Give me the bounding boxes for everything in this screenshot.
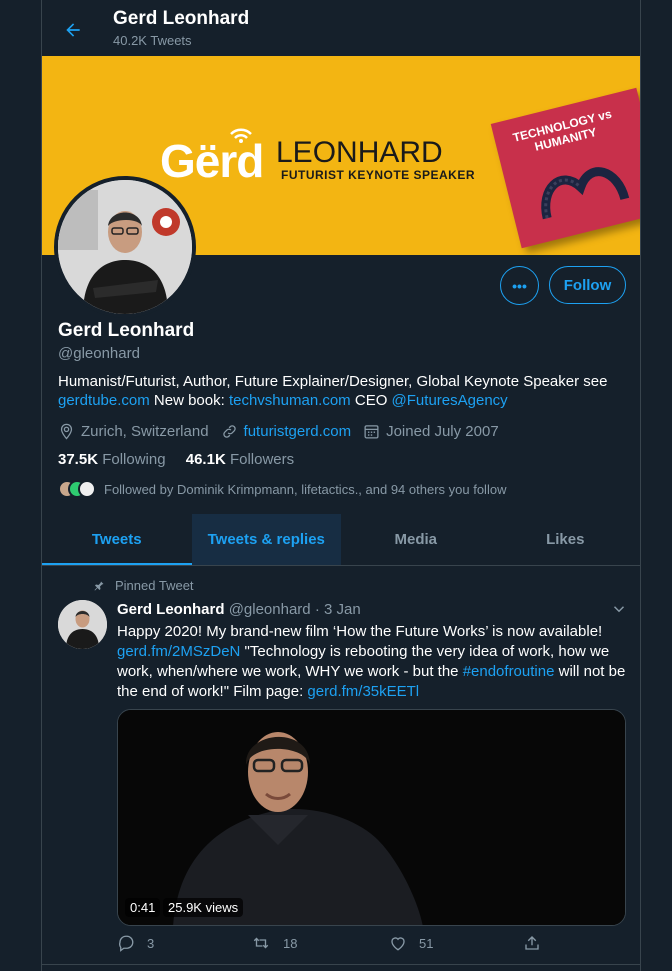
tweet-author[interactable]: Gerd Leonhard	[117, 601, 225, 618]
following-count: 37.5K	[58, 451, 99, 468]
profile-tabs: Tweets Tweets & replies Media Likes	[42, 514, 640, 566]
profile-column: Gerd Leonhard 40.2K Tweets Gërd LEONHARD…	[41, 0, 641, 971]
bio-text: New book:	[149, 392, 225, 409]
join-date: Joined July 2007	[363, 423, 499, 440]
pin-icon	[94, 581, 104, 590]
retweet-button[interactable]: 18	[251, 934, 297, 952]
top-header: Gerd Leonhard 40.2K Tweets	[42, 0, 640, 56]
chevron-down-icon[interactable]	[610, 600, 628, 618]
tweet-link-2[interactable]: gerd.fm/35kEETl	[307, 683, 419, 700]
tab-tweets-replies[interactable]: Tweets & replies	[191, 514, 341, 565]
header-tweet-count: 40.2K Tweets	[113, 33, 192, 48]
mutual-avatar	[78, 480, 96, 498]
pinned-text: Pinned Tweet	[115, 578, 194, 593]
tweet-link-1[interactable]: gerd.fm/2MSzDeN	[117, 643, 240, 660]
retweet-count: 18	[283, 935, 298, 951]
back-button[interactable]	[56, 13, 90, 47]
like-button[interactable]: 51	[389, 934, 433, 952]
profile-handle: @gleonhard	[58, 345, 140, 362]
followers-count: 46.1K	[185, 451, 226, 468]
video-duration: 0:41	[125, 898, 161, 917]
banner-tagline: FUTURIST KEYNOTE SPEAKER	[281, 168, 476, 182]
book-cover-image: TECHNOLOGY vs HUMANITY	[490, 87, 640, 249]
reply-count: 3	[147, 935, 155, 951]
followers-link[interactable]: 46.1K Followers	[186, 451, 294, 468]
retweet-icon	[253, 937, 269, 949]
profile-avatar[interactable]	[54, 176, 196, 318]
tweet-text: Happy 2020! My brand-new film ‘How the F…	[117, 622, 632, 702]
tweet-text-part: Happy 2020! My brand-new film ‘How the F…	[117, 623, 603, 640]
join-date-text: Joined July 2007	[386, 422, 499, 440]
reply-icon	[119, 935, 134, 952]
tweet-divider	[42, 964, 640, 965]
like-count: 51	[419, 935, 434, 951]
arrow-left-icon	[66, 23, 80, 37]
tweet-header: Gerd Leonhard @gleonhard · 3 Jan	[117, 601, 361, 618]
tweet-date[interactable]: · 3 Jan	[315, 601, 361, 618]
video-views: 25.9K views	[163, 898, 244, 917]
profile-name: Gerd Leonhard	[58, 320, 195, 341]
avatar-photo	[58, 180, 192, 314]
heart-icon	[391, 937, 405, 951]
tab-tweets[interactable]: Tweets	[42, 514, 192, 565]
bio-link-gerdtube[interactable]: gerdtube.com	[58, 392, 150, 409]
reply-button[interactable]: 3	[117, 934, 154, 952]
calendar-icon	[364, 424, 379, 439]
location-pin-icon	[60, 423, 73, 440]
tab-media[interactable]: Media	[341, 514, 491, 565]
bio-link-futuresagency[interactable]: @FuturesAgency	[392, 392, 508, 409]
tweet-handle[interactable]: @gleonhard	[229, 601, 311, 618]
link-icon	[222, 424, 236, 438]
video-frame-image	[118, 710, 625, 925]
tweet-avatar[interactable]	[58, 600, 107, 649]
header-profile-name: Gerd Leonhard	[113, 8, 250, 29]
tweet-video[interactable]: 0:41 25.9K views	[117, 709, 626, 926]
tweet-actions: 3 18 51	[117, 934, 547, 956]
tweet-hashtag[interactable]: #endofroutine	[463, 663, 555, 680]
followed-by[interactable]: Followed by Dominik Krimpmann, lifetacti…	[58, 480, 506, 498]
following-link[interactable]: 37.5K Following	[58, 451, 166, 468]
hands-heart-image	[541, 167, 630, 220]
profile-bio: Humanist/Futurist, Author, Future Explai…	[58, 372, 628, 410]
tab-likes[interactable]: Likes	[491, 514, 641, 565]
banner-logo-first: Gërd	[160, 135, 264, 187]
share-button[interactable]	[523, 934, 553, 952]
follow-counts: 37.5K Following 46.1K Followers	[58, 451, 294, 468]
more-dots-icon: •••	[512, 277, 527, 294]
followed-by-text: Followed by Dominik Krimpmann, lifetacti…	[104, 481, 507, 497]
bio-link-techvshuman[interactable]: techvshuman.com	[229, 392, 351, 409]
more-options-button[interactable]: •••	[500, 266, 539, 305]
profile-meta: Zurich, Switzerland futuristgerd.com Joi…	[58, 421, 511, 441]
website[interactable]: futuristgerd.com	[221, 423, 352, 440]
banner-logo-last: LEONHARD	[276, 136, 443, 169]
location: Zurich, Switzerland	[58, 423, 209, 440]
following-label: Following	[102, 451, 166, 468]
tweet-avatar-photo	[58, 600, 107, 649]
location-text: Zurich, Switzerland	[81, 422, 209, 440]
pinned-tweet-label: Pinned Tweet	[93, 578, 194, 593]
bio-text: Humanist/Futurist, Author, Future Explai…	[58, 373, 608, 390]
follow-button[interactable]: Follow	[549, 266, 626, 304]
bio-text: CEO	[350, 392, 388, 409]
website-link[interactable]: futuristgerd.com	[244, 423, 352, 440]
followers-label: Followers	[229, 451, 295, 468]
share-icon	[525, 936, 539, 950]
